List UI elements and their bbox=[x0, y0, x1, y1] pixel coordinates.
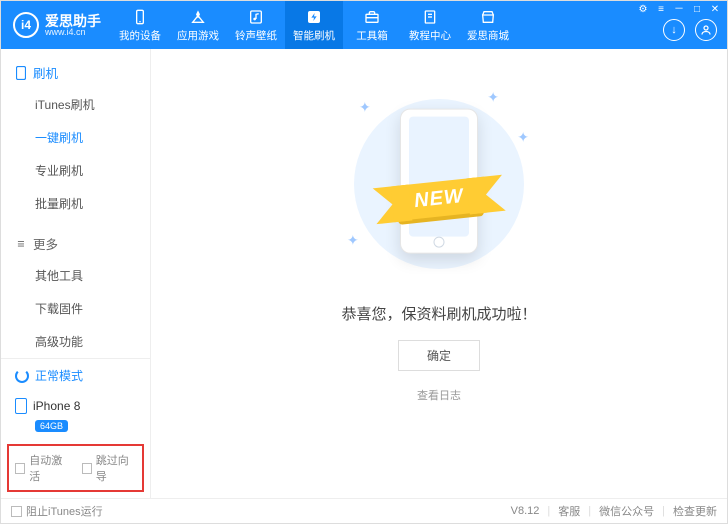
tab-1[interactable]: 应用游戏 bbox=[169, 1, 227, 49]
user-icon[interactable] bbox=[695, 19, 717, 41]
storage-badge: 64GB bbox=[35, 420, 68, 432]
auto-activate-checkbox[interactable]: 自动激活 bbox=[15, 452, 70, 484]
tab-label: 爱思商城 bbox=[467, 28, 509, 43]
tab-3[interactable]: 智能刷机 bbox=[285, 1, 343, 49]
sidebar-section-title: 刷机 bbox=[33, 63, 58, 82]
music-icon bbox=[247, 8, 265, 26]
tab-label: 工具箱 bbox=[356, 28, 388, 43]
tab-2[interactable]: 铃声壁纸 bbox=[227, 1, 285, 49]
brand-title: 爱思助手 bbox=[45, 14, 101, 28]
tab-label: 应用游戏 bbox=[177, 28, 219, 43]
download-icon[interactable]: ↓ bbox=[663, 19, 685, 41]
toolbox-icon bbox=[363, 8, 381, 26]
list-icon: ≡ bbox=[15, 238, 27, 250]
main-content: ✦ ✦ ✦ ✦ NEW 恭喜您，保资料刷机成功啦！ 确定 查看日志 bbox=[151, 49, 727, 498]
tab-4[interactable]: 工具箱 bbox=[343, 1, 401, 49]
minimize-icon[interactable]: － bbox=[673, 5, 685, 17]
wechat-link[interactable]: 微信公众号 bbox=[599, 503, 654, 519]
tab-0[interactable]: 我的设备 bbox=[111, 1, 169, 49]
brand: i4 爱思助手 www.i4.cn bbox=[1, 1, 111, 49]
tab-label: 铃声壁纸 bbox=[235, 28, 277, 43]
device-mode-label: 正常模式 bbox=[35, 367, 83, 384]
settings-icon[interactable]: ⚙ bbox=[637, 5, 649, 17]
sidebar-item[interactable]: 专业刷机 bbox=[1, 154, 150, 187]
block-itunes-checkbox[interactable]: 阻止iTunes运行 bbox=[11, 503, 103, 519]
sidebar-item[interactable]: 一键刷机 bbox=[1, 121, 150, 154]
sidebar-item[interactable]: 批量刷机 bbox=[1, 187, 150, 220]
support-link[interactable]: 客服 bbox=[558, 503, 580, 519]
sidebar-item[interactable]: iTunes刷机 bbox=[1, 88, 150, 121]
success-illustration: ✦ ✦ ✦ ✦ NEW bbox=[329, 89, 549, 279]
phone-icon bbox=[131, 8, 149, 26]
flash-icon bbox=[305, 8, 323, 26]
header-tabs: 我的设备 应用游戏 铃声壁纸 智能刷机 工具箱 教程中心 爱思商城 bbox=[111, 1, 663, 49]
success-message: 恭喜您，保资料刷机成功啦！ bbox=[341, 303, 536, 324]
sidebar-section-flash[interactable]: 刷机 bbox=[1, 57, 150, 88]
app-header: i4 爱思助手 www.i4.cn 我的设备 应用游戏 铃声壁纸 智能刷机 工具箱 教程中… bbox=[1, 1, 727, 49]
brand-logo-icon: i4 bbox=[13, 12, 39, 38]
shop-icon bbox=[479, 8, 497, 26]
sidebar-section-more[interactable]: ≡ 更多 bbox=[1, 228, 150, 259]
sidebar-item[interactable]: 高级功能 bbox=[1, 325, 150, 358]
sidebar-item[interactable]: 下载固件 bbox=[1, 292, 150, 325]
brand-url: www.i4.cn bbox=[45, 28, 101, 37]
tab-label: 教程中心 bbox=[409, 28, 451, 43]
phone-icon bbox=[15, 398, 27, 414]
version-label: V8.12 bbox=[511, 505, 540, 517]
device-name: iPhone 8 bbox=[33, 399, 80, 413]
tab-label: 我的设备 bbox=[119, 28, 161, 43]
tab-5[interactable]: 教程中心 bbox=[401, 1, 459, 49]
close-icon[interactable]: ✕ bbox=[709, 5, 721, 17]
refresh-icon bbox=[15, 369, 29, 383]
book-icon bbox=[421, 8, 439, 26]
device-mode[interactable]: 正常模式 bbox=[1, 359, 150, 392]
apps-icon bbox=[189, 8, 207, 26]
status-bar: 阻止iTunes运行 V8.12 | 客服 | 微信公众号 | 检查更新 bbox=[1, 498, 727, 523]
ok-button[interactable]: 确定 bbox=[398, 340, 480, 371]
sidebar: 刷机 iTunes刷机一键刷机专业刷机批量刷机 ≡ 更多 其他工具下载固件高级功… bbox=[1, 49, 151, 498]
tab-6[interactable]: 爱思商城 bbox=[459, 1, 517, 49]
maximize-icon[interactable]: □ bbox=[691, 5, 703, 17]
menu-icon[interactable]: ≡ bbox=[655, 5, 667, 17]
device-row[interactable]: iPhone 8 bbox=[1, 392, 150, 418]
view-log-link[interactable]: 查看日志 bbox=[417, 387, 461, 403]
skip-wizard-checkbox[interactable]: 跳过向导 bbox=[82, 452, 137, 484]
options-box: 自动激活 跳过向导 bbox=[7, 444, 144, 492]
sidebar-section-title: 更多 bbox=[33, 234, 58, 253]
tab-label: 智能刷机 bbox=[293, 28, 335, 43]
sidebar-item[interactable]: 其他工具 bbox=[1, 259, 150, 292]
phone-outline-icon bbox=[15, 67, 27, 79]
check-update-link[interactable]: 检查更新 bbox=[673, 503, 717, 519]
